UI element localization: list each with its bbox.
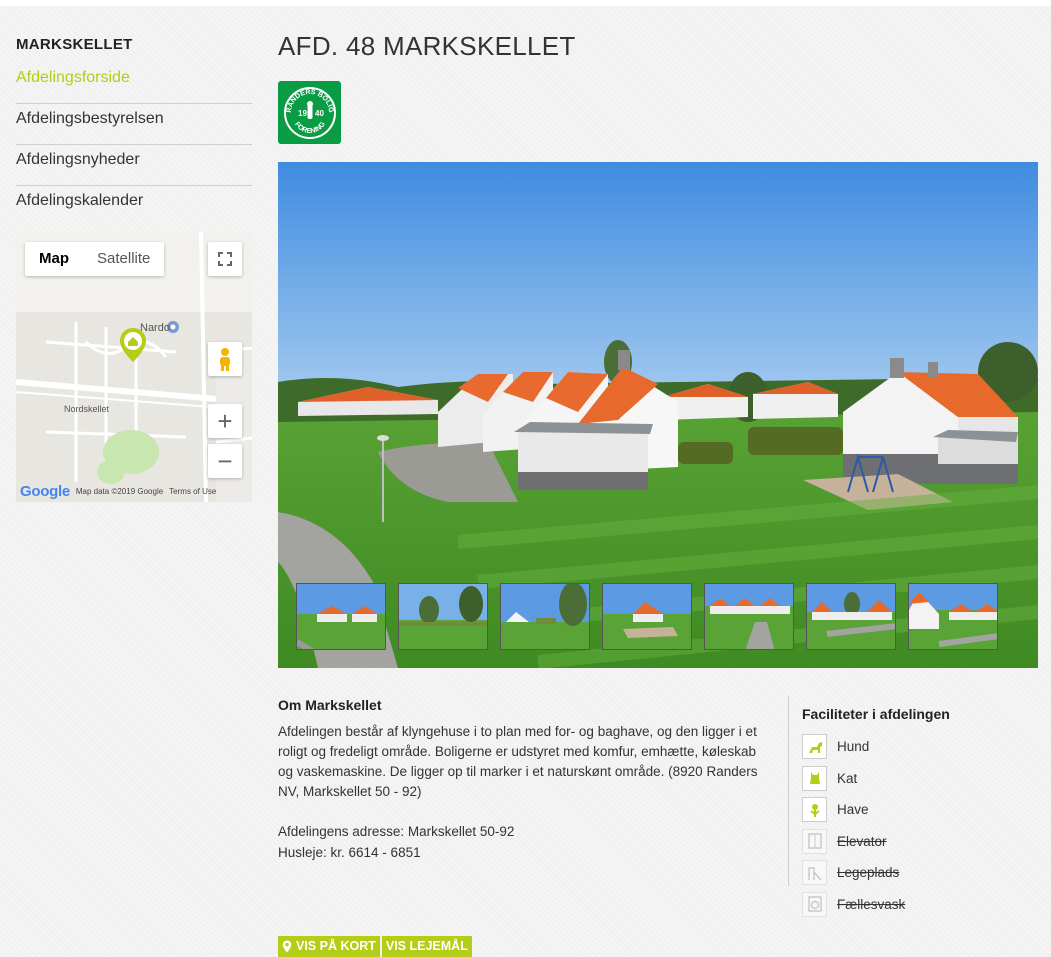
facility-label: Have (837, 802, 869, 818)
map-footer: Google Map data ©2019 Google Terms of Us… (16, 480, 252, 502)
show-on-map-button[interactable]: VIS PÅ KORT (278, 936, 380, 957)
map-widget[interactable]: Nordskellet Nardo Map Satellite + − Goog… (16, 232, 252, 502)
washer-icon (802, 891, 827, 917)
thumbnail[interactable] (296, 583, 386, 650)
map-type-toggle[interactable]: Map Satellite (25, 242, 165, 276)
vertical-divider (788, 696, 789, 886)
about-section: Om Markskellet Afdelingen består af klyn… (278, 697, 758, 863)
zoom-out-icon[interactable]: − (208, 444, 242, 478)
fullscreen-icon[interactable] (208, 242, 242, 276)
facility-hund: Hund (802, 731, 1038, 763)
logo-bottom-text: FORENING (293, 120, 327, 135)
sidebar: MARKSKELLET Afdelingsforside Afdelingsbe… (16, 36, 252, 227)
show-leases-label: VIS LEJEMÅL (385, 939, 468, 953)
show-leases-button[interactable]: VIS LEJEMÅL (381, 936, 472, 957)
facility-elevator: Elevator (802, 826, 1038, 858)
top-border (0, 0, 1051, 6)
facilities-title: Faciliteter i afdelingen (802, 706, 950, 722)
street-label: Nordskellet (64, 404, 110, 414)
playground-icon (802, 860, 827, 886)
elevator-icon (802, 828, 827, 854)
facility-faellesvask: Fællesvask (802, 889, 1038, 921)
page-title: AFD. 48 MARKSKELLET (278, 31, 576, 61)
facilities-section: Faciliteter i afdelingen Hund Kat Have E… (802, 706, 1038, 920)
facility-label: Hund (837, 739, 870, 755)
zoom-in-icon[interactable]: + (208, 404, 242, 438)
cat-icon (802, 765, 827, 791)
facility-label: Fællesvask (837, 896, 906, 912)
svg-text:FORENING: FORENING (293, 120, 327, 135)
rent-text: Husleje: kr. 6614 - 6851 (278, 845, 421, 860)
thumbnail[interactable] (602, 583, 692, 650)
show-on-map-label: VIS PÅ KORT (296, 939, 376, 953)
address-text: Afdelingens adresse: Markskellet 50-92 (278, 824, 515, 839)
sidebar-item-afdelingskalender[interactable]: Afdelingskalender (16, 186, 252, 227)
thumbnail[interactable] (908, 583, 998, 650)
sidebar-title: MARKSKELLET (16, 36, 133, 53)
map-type-satellite[interactable]: Satellite (83, 242, 164, 276)
terms-link[interactable]: Terms of Use (169, 487, 216, 496)
about-title: Om Markskellet (278, 697, 382, 713)
randers-bolig-logo: RANDERS BOLIG FORENING 19 40 (278, 81, 341, 144)
thumbnail[interactable] (398, 583, 488, 650)
action-buttons: VIS PÅ KORT VIS LEJEMÅL (278, 936, 472, 957)
map-type-map[interactable]: Map (25, 242, 83, 276)
dog-icon (802, 734, 827, 760)
sidebar-item-afdelingsnyheder[interactable]: Afdelingsnyheder (16, 145, 252, 186)
facility-have: Have (802, 794, 1038, 826)
thumbnail[interactable] (806, 583, 896, 650)
facility-label: Kat (837, 770, 858, 786)
about-meta: Afdelingens adresse: Markskellet 50-92 H… (278, 821, 758, 863)
facility-legeplads: Legeplads (802, 857, 1038, 889)
about-text: Afdelingen består af klyngehuse i to pla… (278, 724, 758, 799)
facility-label: Legeplads (837, 865, 900, 881)
location-pin-icon[interactable] (118, 326, 148, 364)
thumbnail[interactable] (704, 583, 794, 650)
logo-year-right: 40 (315, 109, 324, 118)
map-data-attribution: Map data ©2019 Google (75, 486, 164, 496)
sidebar-item-afdelingsforside[interactable]: Afdelingsforside (16, 63, 252, 104)
facility-label: Elevator (837, 833, 887, 849)
google-logo: Google (20, 482, 70, 500)
pegman-icon[interactable] (208, 342, 242, 376)
gallery-thumbnails (296, 583, 998, 650)
flower-icon (802, 797, 827, 823)
map-pin-icon (282, 940, 292, 953)
thumbnail[interactable] (500, 583, 590, 650)
logo-year-left: 19 (298, 109, 307, 118)
facility-kat: Kat (802, 763, 1038, 795)
sidebar-item-afdelingsbestyrelsen[interactable]: Afdelingsbestyrelsen (16, 104, 252, 145)
